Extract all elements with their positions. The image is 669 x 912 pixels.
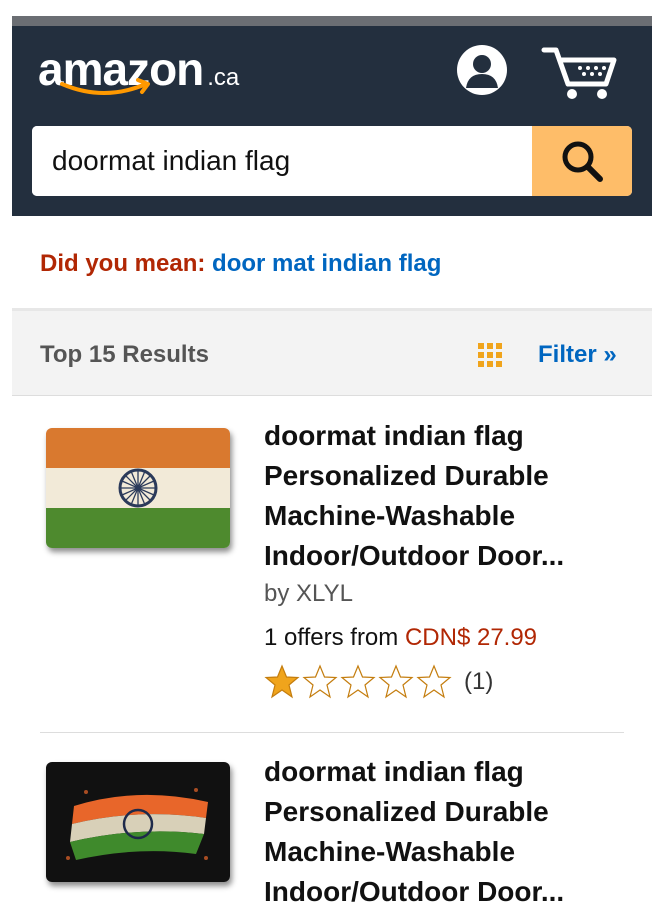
results-bar: Top 15 Results Filter » <box>12 308 652 396</box>
product-image[interactable] <box>46 428 230 548</box>
title-line: doormat indian flag <box>264 420 524 451</box>
search-bar <box>32 126 632 196</box>
filter-link[interactable]: Filter » <box>538 341 617 369</box>
grid-view-icon[interactable] <box>478 343 502 367</box>
product-image[interactable] <box>46 762 230 882</box>
search-button[interactable] <box>532 126 632 196</box>
result-divider <box>40 732 624 733</box>
did-you-mean-suggestion[interactable]: door mat indian flag <box>212 250 441 277</box>
title-line: Machine-Washable <box>264 500 516 531</box>
product-brand: by XLYL <box>264 580 353 607</box>
product-price: CDN$ 27.99 <box>404 624 538 651</box>
title-line: Indoor/Outdoor Door... <box>264 876 565 907</box>
cart-icon[interactable] <box>540 42 620 102</box>
logo-suffix: .ca <box>207 64 240 91</box>
title-line: doormat indian flag <box>264 756 524 787</box>
title-line: Personalized Durable <box>264 460 549 491</box>
indian-flag-image <box>46 762 230 882</box>
offers-prefix: 1 offers from <box>264 624 399 651</box>
account-icon[interactable] <box>456 44 508 96</box>
search-icon <box>562 141 603 182</box>
results-count: Top 15 Results <box>40 341 209 368</box>
did-you-mean: Did you mean: door mat indian flag <box>40 250 441 278</box>
title-line: Indoor/Outdoor Door... <box>264 540 565 571</box>
product-offers[interactable]: 1 offers from CDN$ 27.99 <box>264 624 537 652</box>
title-line: Machine-Washable <box>264 836 516 867</box>
star-rating[interactable]: (1) <box>264 664 493 700</box>
title-line: Personalized Durable <box>264 796 549 827</box>
site-header: amazon .ca <box>12 26 652 216</box>
product-title[interactable]: doormat indian flag Personalized Durable… <box>264 416 624 576</box>
product-title[interactable]: doormat indian flag Personalized Durable… <box>264 752 624 912</box>
rating-count: (1) <box>464 668 494 695</box>
rating-stars-icon <box>265 665 451 698</box>
search-input[interactable] <box>32 126 532 196</box>
indian-flag-image <box>46 428 230 548</box>
did-you-mean-label: Did you mean: <box>40 250 206 277</box>
logo-smile-icon <box>60 78 150 95</box>
